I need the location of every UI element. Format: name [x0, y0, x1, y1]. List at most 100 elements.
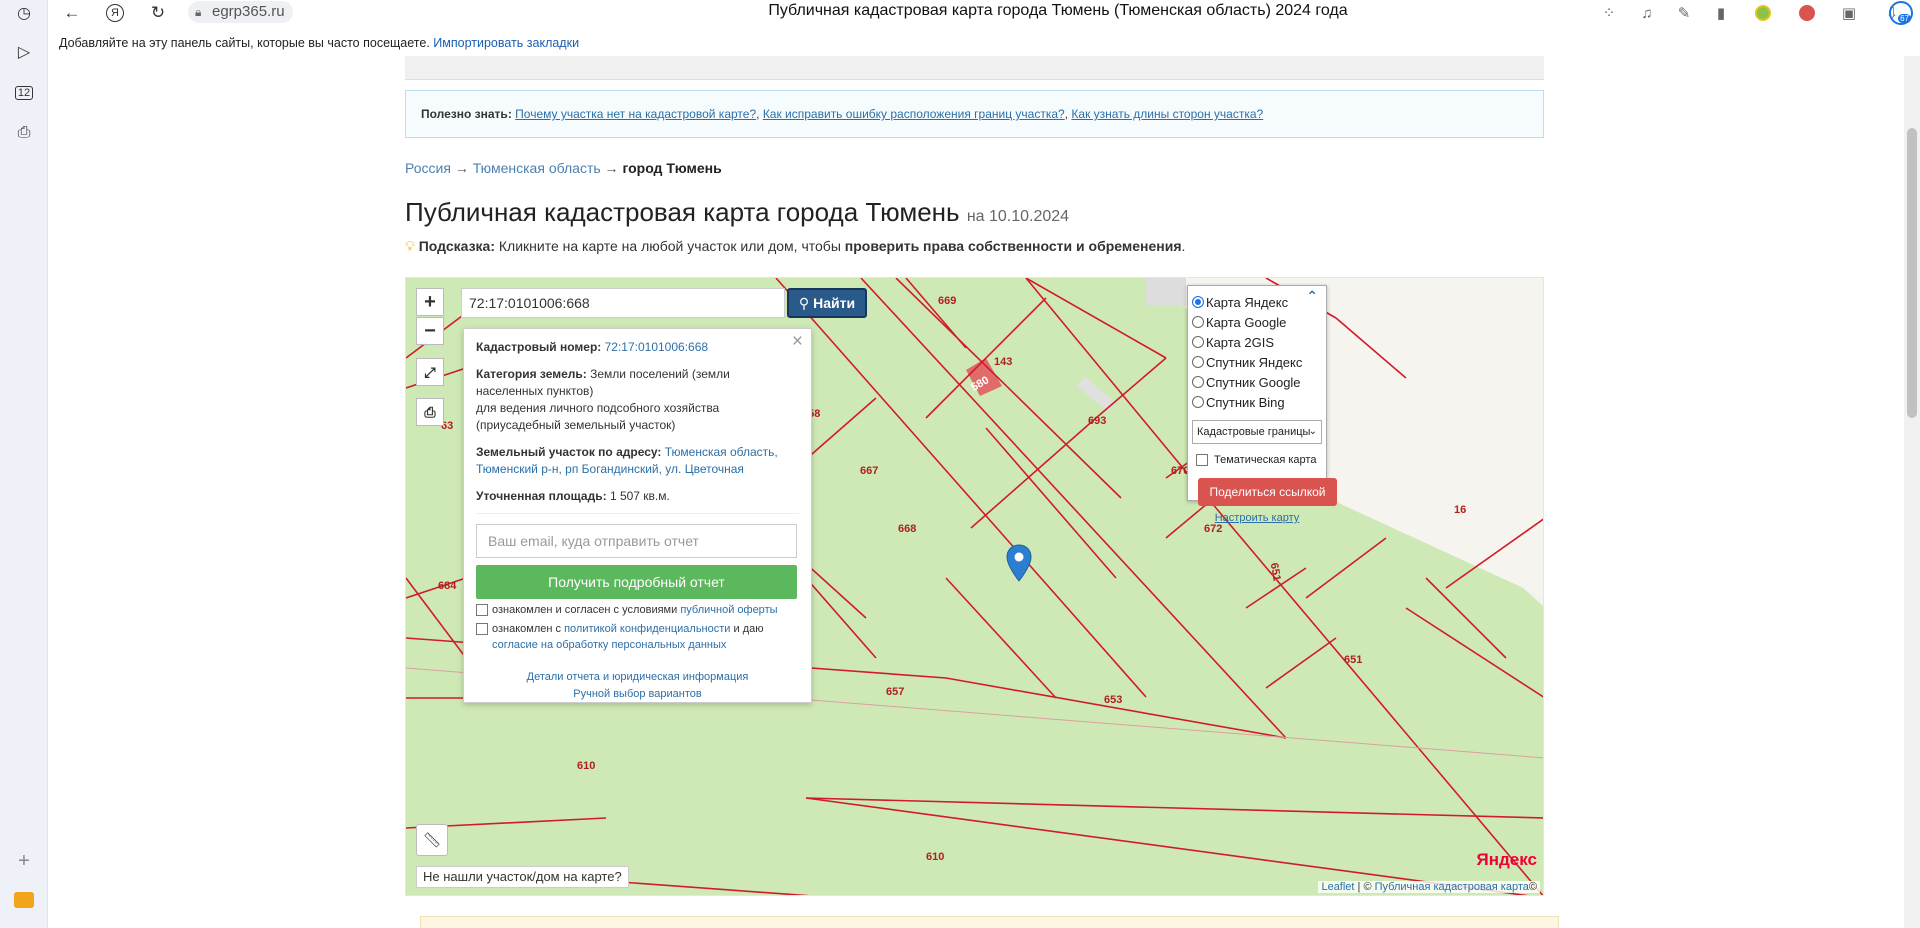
parcel-label: 16 [1454, 504, 1467, 516]
pkk-link[interactable]: Публичная кадастровая карта [1375, 881, 1529, 893]
cad-number-link[interactable]: 72:17:0101006:668 [605, 340, 708, 354]
hint-text: Кликните на карте на любой участок или д… [498, 238, 841, 254]
thematic-toggle[interactable]: Тематическая карта [1192, 450, 1322, 470]
consent-link[interactable]: согласие на обработку персональных данны… [492, 639, 726, 651]
lightbulb-icon: 💡︎ [405, 238, 415, 254]
search-button[interactable]: ⚲ Найти [787, 288, 867, 318]
mail-icon[interactable] [11, 887, 37, 913]
import-bookmarks-link[interactable]: Импортировать закладки [433, 36, 579, 50]
thematic-checkbox[interactable] [1196, 454, 1208, 466]
extension-green-icon[interactable] [1752, 2, 1774, 24]
title-date: на 10.10.2024 [966, 208, 1070, 225]
hint: 💡︎ Подсказка: Кликните на карте на любой… [405, 238, 1185, 255]
privacy-text: ознакомлен с [492, 623, 562, 635]
privacy-checkbox[interactable] [476, 623, 488, 635]
cad-number-label: Кадастровый номер: [476, 340, 602, 354]
parcel-label: 651 [1344, 654, 1363, 666]
reload-icon[interactable]: ↻ [146, 1, 170, 25]
layer-label: Спутник Google [1206, 374, 1301, 390]
ruler-icon[interactable]: 📏︎ [416, 824, 448, 856]
map-attribution: Leaflet | © Публичная кадастровая карта© [1318, 881, 1540, 893]
configure-map-link[interactable]: Настроить карту [1215, 512, 1300, 524]
privacy-agreement: ознакомлен с политикой конфиденциальност… [476, 621, 799, 653]
page-scrollbar[interactable] [1904, 56, 1920, 928]
radio[interactable] [1192, 336, 1204, 348]
report-details-link[interactable]: Детали отчета и юридическая информация [527, 671, 749, 683]
close-icon[interactable]: × [792, 331, 803, 353]
layer-option-2gis-map[interactable]: Карта 2GIS [1192, 332, 1322, 352]
collapse-icon[interactable]: ⌃ [1306, 288, 1318, 305]
manual-select-link[interactable]: Ручной выбор вариантов [573, 688, 701, 700]
not-found-button[interactable]: Не нашли участок/дом на карте? [416, 866, 629, 888]
privacy-link[interactable]: политикой конфиденциальности [564, 623, 730, 635]
breadcrumb-russia[interactable]: Россия [405, 160, 451, 176]
cadastral-search-input[interactable] [461, 288, 785, 318]
useful-link-side-lengths[interactable]: Как узнать длины сторон участка? [1071, 107, 1263, 121]
collections-icon[interactable]: ▣ [1838, 2, 1860, 24]
useful-link-fix-boundary[interactable]: Как исправить ошибку расположения границ… [763, 107, 1065, 121]
layer-option-bing-satellite[interactable]: Спутник Bing [1192, 392, 1322, 412]
hint-end: . [1181, 238, 1186, 254]
headphones-icon[interactable]: ♫ [1636, 2, 1658, 24]
calendar-icon[interactable]: 12 [11, 80, 37, 106]
edit-icon[interactable]: ✎ [1673, 2, 1695, 24]
lock-icon: 🔒︎ [195, 5, 202, 19]
extensions-icon[interactable]: ⁘ [1598, 2, 1620, 24]
offer-checkbox[interactable] [476, 604, 488, 616]
extension-avatar-icon[interactable] [1796, 2, 1818, 24]
email-input[interactable]: Ваш email, куда отправить отчет [476, 524, 797, 558]
layer-option-yandex-map[interactable]: Карта Яндекс [1192, 292, 1322, 312]
layer-option-google-satellite[interactable]: Спутник Google [1192, 372, 1322, 392]
video-icon[interactable]: ▷ [11, 39, 37, 65]
map-marker-icon[interactable] [1006, 544, 1032, 582]
zoom-out-button[interactable]: − [416, 317, 444, 345]
area-label: Уточненная площадь: [476, 489, 607, 503]
hint-label: Подсказка: [418, 238, 495, 254]
profile-badge: 67 [1898, 14, 1911, 23]
overlay-select[interactable]: Кадастровые границы ⌄ [1192, 420, 1322, 444]
parcel-label: 667 [860, 465, 879, 477]
share-link-button[interactable]: Поделиться ссылкой [1198, 478, 1337, 506]
bookmark-icon[interactable]: ▮ [1710, 2, 1732, 24]
privacy-text2: и даю [733, 623, 764, 635]
get-report-button[interactable]: Получить подробный отчет [476, 565, 797, 599]
parcel-label: 610 [926, 851, 945, 863]
breadcrumb-region[interactable]: Тюменская область [473, 160, 601, 176]
offer-link[interactable]: публичной оферты [680, 604, 777, 616]
screenshot-icon[interactable]: ⎙ [11, 120, 37, 146]
layer-option-google-map[interactable]: Карта Google [1192, 312, 1322, 332]
scrollbar-thumb[interactable] [1907, 128, 1917, 418]
zoom-in-button[interactable]: + [416, 288, 444, 316]
attribution-copyright: © [1363, 881, 1372, 893]
title-text: Публичная кадастровая карта города Тюмен… [405, 197, 960, 227]
history-icon[interactable]: ◷ [11, 0, 37, 26]
leaflet-link[interactable]: Leaflet [1321, 881, 1354, 893]
radio[interactable] [1192, 396, 1204, 408]
address-bar[interactable]: 🔒︎ egrp365.ru [188, 1, 293, 23]
yandex-icon[interactable]: Я [103, 1, 127, 25]
area-value: 1 507 кв.м. [609, 489, 670, 503]
parcel-label: 669 [938, 295, 957, 307]
radio[interactable] [1192, 376, 1204, 388]
profile-icon[interactable]: 67 [1888, 1, 1914, 25]
radio[interactable] [1192, 316, 1204, 328]
useful-link-not-on-map[interactable]: Почему участка нет на кадастровой карте? [515, 107, 756, 121]
page-title: Публичная кадастровая карта города Тюмен… [405, 197, 1069, 228]
offer-text: ознакомлен и согласен с условиями [492, 604, 678, 616]
layer-option-yandex-satellite[interactable]: Спутник Яндекс [1192, 352, 1322, 372]
radio[interactable] [1192, 356, 1204, 368]
tab-title: Публичная кадастровая карта города Тюмен… [768, 2, 1348, 19]
cadastral-map[interactable]: 669 692 143 580 658 693 63 667 670 668 6… [405, 277, 1544, 896]
bottom-notice [420, 916, 1559, 928]
yandex-logo: Яндекс [1476, 850, 1537, 869]
radio-selected[interactable] [1192, 296, 1204, 308]
cad-number-row: Кадастровый номер: 72:17:0101006:668 [476, 339, 799, 356]
parcel-label: 668 [898, 523, 917, 535]
fullscreen-icon[interactable]: ⤢ [416, 358, 444, 386]
layer-label: Карта Google [1206, 314, 1287, 330]
parcel-label: 693 [1088, 415, 1107, 427]
add-icon[interactable]: + [11, 848, 37, 874]
back-icon[interactable]: ← [60, 1, 84, 25]
print-icon[interactable]: ⎙ [416, 398, 444, 426]
address-label: Земельный участок по адресу: [476, 445, 662, 459]
